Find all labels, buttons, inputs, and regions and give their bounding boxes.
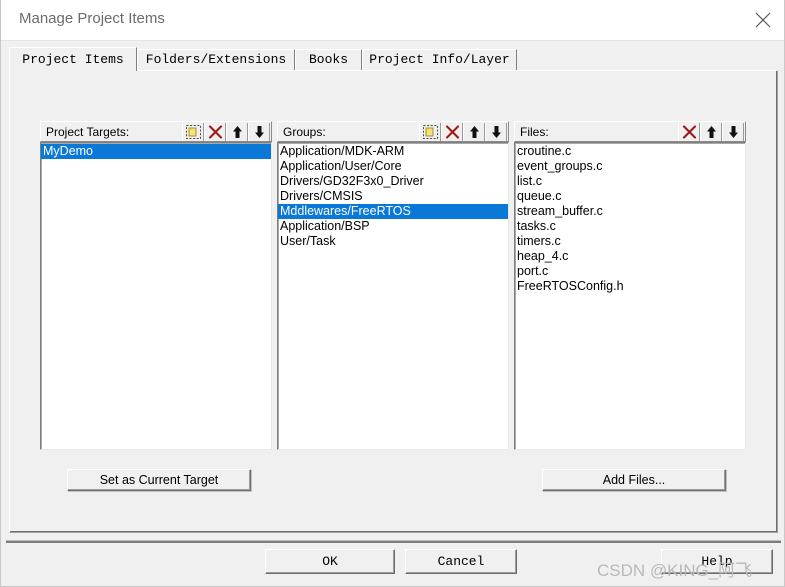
targets-new-item-button[interactable]: [182, 123, 204, 141]
targets-move-down-button[interactable]: [248, 123, 270, 141]
help-button[interactable]: Help: [661, 549, 773, 574]
tab-books[interactable]: Books: [295, 49, 362, 70]
groups-move-down-button[interactable]: [485, 123, 507, 141]
move-up-icon: [707, 126, 716, 138]
group-item[interactable]: Application/User/Core: [278, 159, 508, 174]
groups-panel: Groups: Application/MDK-ARM Application/…: [277, 121, 509, 450]
delete-icon: [682, 125, 697, 139]
files-header: Files:: [514, 121, 746, 142]
delete-icon: [208, 125, 223, 139]
set-as-current-target-button[interactable]: Set as Current Target: [67, 469, 251, 491]
files-panel: Files: croutine.c event_groups.c list.c …: [514, 121, 746, 450]
close-button[interactable]: [740, 0, 784, 40]
targets-delete-button[interactable]: [204, 123, 226, 141]
file-item[interactable]: stream_buffer.c: [515, 204, 745, 219]
bottom-separator: [6, 540, 781, 543]
project-targets-listbox[interactable]: MyDemo: [40, 142, 272, 450]
project-target-item[interactable]: MyDemo: [41, 144, 271, 159]
new-item-icon: [423, 125, 438, 139]
cancel-button[interactable]: Cancel: [405, 549, 517, 574]
groups-toolbar: [419, 123, 507, 141]
files-listbox[interactable]: croutine.c event_groups.c list.c queue.c str…: [514, 142, 746, 450]
files-toolbar: [678, 123, 744, 141]
dialog-window: Manage Project Items Project Items Folde…: [0, 0, 785, 587]
file-item[interactable]: heap_4.c: [515, 249, 745, 264]
delete-icon: [445, 125, 460, 139]
groups-listbox[interactable]: Application/MDK-ARM Application/User/Core…: [277, 142, 509, 450]
move-down-icon: [255, 126, 264, 138]
file-item[interactable]: queue.c: [515, 189, 745, 204]
file-item[interactable]: timers.c: [515, 234, 745, 249]
group-item[interactable]: Drivers/GD32F3x0_Driver: [278, 174, 508, 189]
ok-button[interactable]: OK: [265, 549, 395, 574]
groups-move-up-button[interactable]: [463, 123, 485, 141]
files-delete-button[interactable]: [678, 123, 700, 141]
tab-project-info-layer[interactable]: Project Info/Layer: [362, 49, 517, 70]
title-divider: [1, 40, 784, 41]
files-label: Files:: [520, 125, 549, 139]
move-up-icon: [470, 126, 479, 138]
groups-delete-button[interactable]: [441, 123, 463, 141]
close-icon: [755, 12, 771, 28]
groups-label: Groups:: [283, 125, 326, 139]
group-item[interactable]: User/Task: [278, 234, 508, 249]
project-targets-toolbar: [182, 123, 270, 141]
files-move-up-button[interactable]: [700, 123, 722, 141]
tab-project-items[interactable]: Project Items: [9, 47, 137, 71]
tab-content-panel: Project Targets: MyDemo Groups: Applicat…: [9, 70, 778, 533]
project-targets-panel: Project Targets: MyDemo: [40, 121, 272, 450]
project-targets-header: Project Targets:: [40, 121, 272, 142]
new-item-icon: [186, 125, 201, 139]
group-item[interactable]: Drivers/CMSIS: [278, 189, 508, 204]
file-item[interactable]: FreeRTOSConfig.h: [515, 279, 745, 294]
file-item[interactable]: event_groups.c: [515, 159, 745, 174]
group-item[interactable]: Mddlewares/FreeRTOS: [278, 204, 508, 219]
groups-header: Groups:: [277, 121, 509, 142]
title-bar: Manage Project Items: [1, 0, 784, 40]
add-files-button[interactable]: Add Files...: [542, 469, 726, 491]
window-title: Manage Project Items: [19, 10, 165, 27]
group-item[interactable]: Application/MDK-ARM: [278, 144, 508, 159]
groups-new-item-button[interactable]: [419, 123, 441, 141]
project-targets-label: Project Targets:: [46, 125, 130, 139]
tab-folders-extensions[interactable]: Folders/Extensions: [137, 49, 295, 70]
group-item[interactable]: Application/BSP: [278, 219, 508, 234]
move-up-icon: [233, 126, 242, 138]
move-down-icon: [492, 126, 501, 138]
file-item[interactable]: tasks.c: [515, 219, 745, 234]
files-move-down-button[interactable]: [722, 123, 744, 141]
targets-move-up-button[interactable]: [226, 123, 248, 141]
move-down-icon: [729, 126, 738, 138]
file-item[interactable]: list.c: [515, 174, 745, 189]
file-item[interactable]: port.c: [515, 264, 745, 279]
file-item[interactable]: croutine.c: [515, 144, 745, 159]
